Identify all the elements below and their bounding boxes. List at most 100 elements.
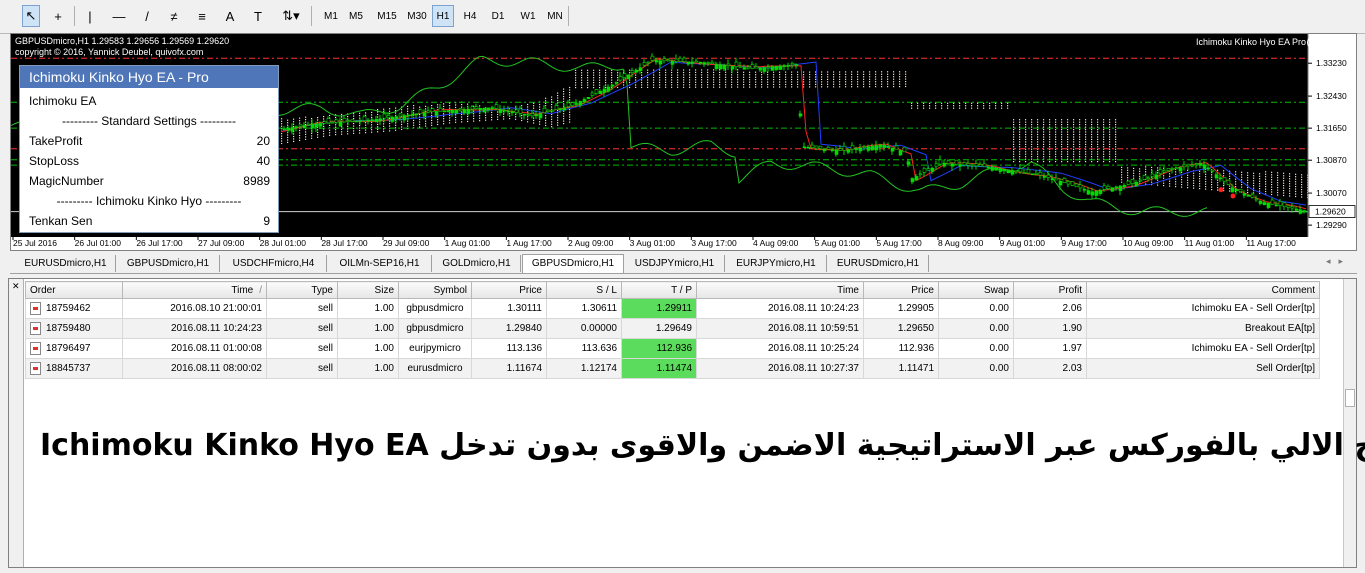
kumo-cloud-dot — [785, 76, 787, 78]
kumo-cloud-dot — [821, 73, 823, 76]
close-icon[interactable]: ✕ — [12, 281, 20, 292]
chart-tab[interactable]: USDCHFmicro,H4 — [221, 255, 327, 272]
vertical-line-tool-button[interactable]: | — [82, 5, 98, 27]
candlestick — [1254, 198, 1259, 201]
chart-tab[interactable]: USDJPYmicro,H1 — [625, 255, 725, 272]
table-row[interactable]: 18759480 2016.08.11 10:24:23 sell 1.00 gbpus… — [25, 318, 1320, 339]
column-header-open-time[interactable]: Time / — [122, 281, 267, 299]
column-header-price[interactable]: Price — [471, 281, 547, 299]
candlestick — [1234, 189, 1239, 191]
column-header-close-price[interactable]: Price — [863, 281, 939, 299]
chart-tab[interactable]: EURUSDmicro,H1 — [828, 255, 929, 272]
timeframe-m1-button[interactable]: M1 — [320, 5, 342, 27]
kumo-cloud-dot — [587, 77, 589, 79]
kumo-cloud-dot — [605, 77, 607, 79]
kumo-cloud-dot — [587, 74, 589, 76]
kumo-cloud-dot — [449, 114, 451, 117]
table-row[interactable]: 18845737 2016.08.11 08:00:02 sell 1.00 eurus… — [25, 358, 1320, 379]
timeframe-m15-button[interactable]: M15 — [374, 5, 400, 27]
kumo-cloud-dot — [1103, 151, 1105, 153]
timeframe-m30-button[interactable]: M30 — [404, 5, 430, 27]
horizontal-line-tool-button[interactable]: — — [110, 5, 128, 27]
crosshair-tool-button[interactable]: + — [47, 5, 69, 27]
table-row[interactable]: 18759462 2016.08.10 21:00:01 sell 1.00 gbpus… — [25, 298, 1320, 319]
cell-order: 18759462 — [25, 298, 123, 319]
kumo-cloud-dot — [713, 81, 715, 83]
table-row[interactable]: 18796497 2016.08.11 01:00:08 sell 1.00 eurjp… — [25, 338, 1320, 359]
column-header-stop-loss[interactable]: S / L — [546, 281, 622, 299]
column-header-type[interactable]: Type — [266, 281, 338, 299]
arrows-tool-button[interactable]: ⇅▾ — [280, 5, 302, 27]
column-header-comment[interactable]: Comment — [1086, 281, 1320, 299]
chart-tab[interactable]: GBPUSDmicro,H1 — [522, 254, 624, 273]
timeframe-m5-button[interactable]: M5 — [345, 5, 367, 27]
candlestick — [682, 57, 687, 62]
equidistant-channel-tool-button[interactable]: ≠ — [165, 5, 183, 27]
cell-close-time: 2016.08.11 10:59:51 — [696, 318, 864, 339]
kumo-cloud-dot — [1085, 143, 1087, 145]
kumo-cloud-dot — [521, 115, 523, 117]
kumo-cloud-dot — [737, 81, 739, 83]
column-header-size[interactable]: Size — [337, 281, 399, 299]
cell-open-time: 2016.08.11 10:24:23 — [122, 318, 267, 339]
candlestick — [550, 110, 555, 112]
text-tool-button[interactable]: A — [222, 5, 238, 27]
candlestick — [934, 163, 939, 167]
chart-tab[interactable]: GOLDmicro,H1 — [433, 255, 521, 272]
cell-close-time: 2016.08.11 10:25:24 — [696, 338, 864, 359]
kumo-cloud-dot — [683, 76, 685, 78]
candlestick — [566, 102, 571, 107]
timeframe-h1-button[interactable]: H1 — [432, 5, 454, 27]
candlestick — [1062, 178, 1067, 184]
kumo-cloud-dot — [1055, 156, 1057, 158]
cursor-tool-button[interactable]: ↖ — [22, 5, 40, 27]
chart-tab[interactable]: EURUSDmicro,H1 — [16, 255, 116, 272]
candlestick — [906, 161, 911, 165]
kumo-cloud-dot — [1301, 196, 1303, 198]
cell-swap: 0.00 — [938, 358, 1014, 379]
candlestick — [398, 113, 403, 117]
chart-tab[interactable]: OILMn-SEP16,H1 — [328, 255, 432, 272]
candlestick — [1022, 172, 1027, 174]
kumo-cloud-dot — [1043, 143, 1045, 145]
timeframe-mn-button[interactable]: MN — [544, 5, 566, 27]
kumo-cloud-dot — [929, 105, 931, 107]
tab-scroll-arrows[interactable]: ◂▸ — [1326, 256, 1351, 267]
timeframe-h4-button[interactable]: H4 — [459, 5, 481, 27]
trendline-tool-button[interactable]: / — [138, 5, 156, 27]
kumo-cloud-dot — [683, 84, 685, 86]
kumo-cloud-dot — [539, 121, 541, 123]
chart-tab[interactable]: EURJPYmicro,H1 — [726, 255, 827, 272]
fibonacci-tool-button[interactable]: ≡ — [193, 5, 211, 27]
scrollbar-thumb[interactable] — [1345, 389, 1355, 407]
kumo-cloud-dot — [797, 83, 799, 85]
column-header-swap[interactable]: Swap — [938, 281, 1014, 299]
vertical-scrollbar[interactable] — [1343, 279, 1356, 567]
kumo-cloud-dot — [1259, 188, 1261, 190]
kumo-cloud-dot — [341, 118, 343, 120]
price-chart[interactable]: 1.33230 1.32430 1.31650 1.30870 1.30070 1.292… — [10, 33, 1357, 251]
candlestick — [974, 163, 979, 167]
time-label: 26 Jul 17:00 — [136, 238, 183, 248]
kumo-cloud-dot — [893, 78, 895, 80]
kumo-cloud-dot — [797, 74, 799, 76]
column-header-order[interactable]: Order — [25, 281, 123, 299]
kumo-cloud-dot — [1025, 143, 1027, 145]
kumo-cloud-dot — [425, 125, 427, 127]
column-header-take-profit[interactable]: T / P — [621, 281, 697, 299]
candlestick — [1270, 199, 1275, 205]
candlestick — [450, 110, 455, 114]
kumo-cloud-dot — [1199, 178, 1201, 180]
timeframe-w1-button[interactable]: W1 — [517, 5, 539, 27]
kumo-cloud-dot — [1025, 146, 1027, 148]
text-label-tool-button[interactable]: T — [250, 5, 266, 27]
kumo-cloud-dot — [1097, 131, 1099, 133]
timeframe-d1-button[interactable]: D1 — [487, 5, 509, 27]
candlestick — [734, 61, 739, 67]
column-header-close-time[interactable]: Time — [696, 281, 864, 299]
kumo-cloud-dot — [773, 79, 775, 81]
column-header-symbol[interactable]: Symbol — [398, 281, 472, 299]
chart-tab[interactable]: GBPUSDmicro,H1 — [117, 255, 220, 272]
kumo-cloud-dot — [1283, 194, 1285, 197]
column-header-profit[interactable]: Profit — [1013, 281, 1087, 299]
